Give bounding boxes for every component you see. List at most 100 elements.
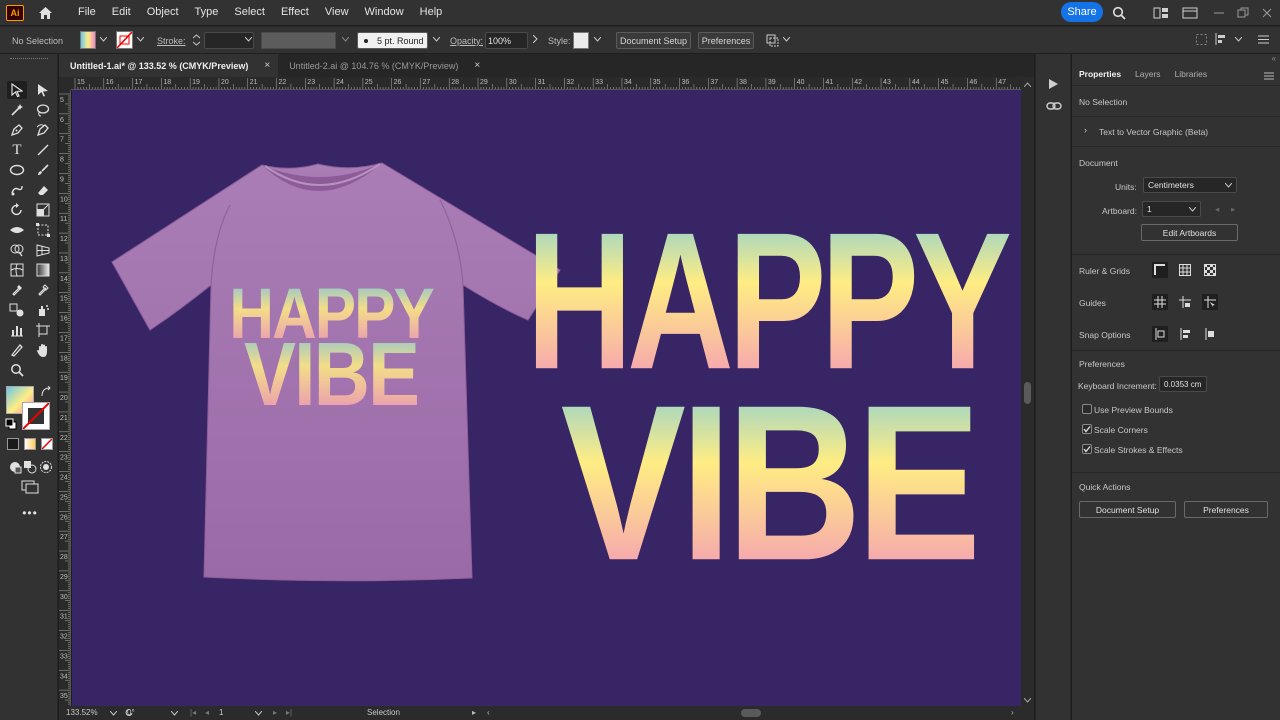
chevron-right-icon[interactable]	[531, 35, 539, 43]
chevron-down-icon[interactable]	[254, 709, 263, 718]
arrange-documents-icon[interactable]	[1152, 4, 1169, 21]
snap-to-grid-icon[interactable]	[1177, 326, 1193, 342]
vertical-scrollbar[interactable]	[1021, 77, 1034, 706]
artboard-tool-icon[interactable]	[33, 321, 53, 339]
snap-to-point-icon[interactable]	[1152, 326, 1168, 342]
tab-untitled-2[interactable]: Untitled-2.ai @ 104.76 % (CMYK/Preview) …	[278, 54, 488, 77]
chevron-down-icon[interactable]	[1023, 695, 1032, 703]
ruler-icon[interactable]	[1152, 262, 1168, 278]
stepper-icon[interactable]	[192, 33, 200, 47]
scroll-left-arrow[interactable]: ‹	[487, 708, 490, 717]
keyboard-increment-input[interactable]: 0.0353 cm	[1159, 376, 1207, 392]
arrange-icon[interactable]	[765, 33, 779, 47]
edit-artboards-button[interactable]: Edit Artboards	[1141, 224, 1238, 241]
opacity-label[interactable]: Opacity:	[450, 36, 483, 46]
horizontal-ruler[interactable]: 15 16 17 18 19 20 21 22 23 24 25 26 27 28 29 30 31 32 33 34…	[71, 77, 1021, 90]
fill-swatch[interactable]	[80, 31, 96, 49]
measure-tool-icon[interactable]	[33, 281, 53, 299]
text-to-vector-section[interactable]: Text to Vector Graphic (Beta)	[1099, 127, 1208, 137]
mesh-tool-icon[interactable]	[7, 261, 27, 279]
scale-tool-icon[interactable]	[33, 201, 53, 219]
horizontal-scroll-thumb[interactable]	[741, 709, 761, 717]
eraser-tool-icon[interactable]	[33, 181, 53, 199]
tab-libraries[interactable]: Libraries	[1168, 66, 1215, 86]
eyedropper-tool-icon[interactable]	[7, 281, 27, 299]
artboard-number[interactable]: 1	[219, 708, 223, 717]
line-segment-tool-icon[interactable]	[33, 141, 53, 159]
gradient-tool-icon[interactable]	[33, 261, 53, 279]
menu-view[interactable]: View	[317, 0, 357, 25]
minimize-icon[interactable]	[1210, 4, 1227, 21]
chevron-right-icon[interactable]: ›	[1084, 125, 1087, 135]
color-mode-button[interactable]	[7, 438, 19, 450]
ruler-origin[interactable]	[59, 77, 71, 90]
blend-tool-icon[interactable]	[7, 301, 27, 319]
shape-builder-tool-icon[interactable]	[7, 241, 27, 259]
chevron-down-icon[interactable]	[432, 35, 440, 43]
shaper-tool-icon[interactable]	[7, 181, 27, 199]
symbol-sprayer-tool-icon[interactable]	[33, 301, 53, 319]
document-setup-button[interactable]: Document Setup	[616, 32, 691, 49]
chevron-down-icon[interactable]	[99, 35, 107, 43]
status-menu-arrow[interactable]: ▸	[472, 708, 476, 717]
home-icon[interactable]	[36, 4, 54, 22]
search-icon[interactable]	[1110, 4, 1127, 21]
scale-strokes-checkbox[interactable]	[1082, 444, 1092, 454]
show-guides-icon[interactable]	[1152, 294, 1168, 310]
curvature-tool-icon[interactable]	[33, 121, 53, 139]
brush-definition[interactable]: 5 pt. Round	[357, 32, 428, 49]
previous-artboard-button[interactable]: ◂	[205, 708, 209, 717]
menu-edit[interactable]: Edit	[104, 0, 139, 25]
menu-effect[interactable]: Effect	[273, 0, 317, 25]
chevron-down-icon[interactable]	[782, 35, 790, 43]
restore-icon[interactable]	[1234, 4, 1251, 21]
draw-inside-icon[interactable]	[36, 458, 56, 476]
menu-type[interactable]: Type	[187, 0, 227, 25]
chevron-down-icon[interactable]	[170, 709, 179, 718]
pen-tool-icon[interactable]	[7, 121, 27, 139]
transform-icon[interactable]	[1195, 33, 1207, 45]
rotate-tool-icon[interactable]	[7, 201, 27, 219]
close-icon[interactable]: ×	[474, 60, 480, 71]
units-dropdown[interactable]: Centimeters	[1143, 177, 1237, 193]
quick-document-setup-button[interactable]: Document Setup	[1079, 501, 1176, 518]
smart-guides-icon[interactable]	[1202, 294, 1218, 310]
collapse-panel-icon[interactable]: «	[1072, 54, 1280, 64]
close-window-icon[interactable]	[1258, 4, 1275, 21]
ellipse-tool-icon[interactable]	[7, 161, 27, 179]
graphic-style-swatch[interactable]	[573, 32, 589, 49]
perspective-grid-tool-icon[interactable]	[33, 241, 53, 259]
menu-window[interactable]: Window	[357, 0, 412, 25]
next-artboard-button[interactable]: ▸	[273, 708, 277, 717]
grid-icon[interactable]	[1177, 262, 1193, 278]
lock-guides-icon[interactable]	[1177, 294, 1193, 310]
column-graph-tool-icon[interactable]	[7, 321, 27, 339]
close-icon[interactable]: ×	[264, 60, 270, 71]
stroke-label[interactable]: Stroke:	[157, 36, 186, 46]
tab-properties[interactable]: Properties	[1072, 66, 1128, 86]
panel-menu-icon[interactable]	[1257, 33, 1269, 45]
share-button[interactable]: Share	[1061, 2, 1103, 22]
workspace-icon[interactable]	[1181, 4, 1198, 21]
chevron-down-icon[interactable]	[109, 709, 118, 718]
selection-tool-icon[interactable]	[7, 81, 27, 99]
align-icon[interactable]	[1214, 33, 1228, 45]
previous-artboard-icon[interactable]: ◂	[1215, 204, 1219, 215]
stroke-swatch[interactable]	[116, 31, 133, 49]
none-mode-button[interactable]	[41, 438, 53, 450]
scroll-thumb[interactable]	[1024, 382, 1031, 404]
swap-colors-icon[interactable]	[40, 385, 52, 398]
use-preview-bounds-checkbox[interactable]	[1082, 404, 1092, 414]
stroke-color-swatch[interactable]	[22, 402, 50, 430]
links-icon[interactable]	[1046, 100, 1062, 112]
edit-toolbar-icon[interactable]: •••	[20, 504, 40, 522]
zoom-level[interactable]: 133.52%	[66, 708, 98, 717]
menu-file[interactable]: File	[70, 0, 104, 25]
paintbrush-tool-icon[interactable]	[33, 161, 53, 179]
tab-untitled-1[interactable]: Untitled-1.ai* @ 133.52 % (CMYK/Preview)…	[59, 54, 279, 77]
preferences-button[interactable]: Preferences	[698, 32, 754, 49]
rotation-value[interactable]: 0°	[127, 708, 135, 717]
chevron-down-icon[interactable]	[244, 35, 252, 43]
screen-mode-icon[interactable]	[20, 478, 40, 496]
transparency-grid-icon[interactable]	[1202, 262, 1218, 278]
